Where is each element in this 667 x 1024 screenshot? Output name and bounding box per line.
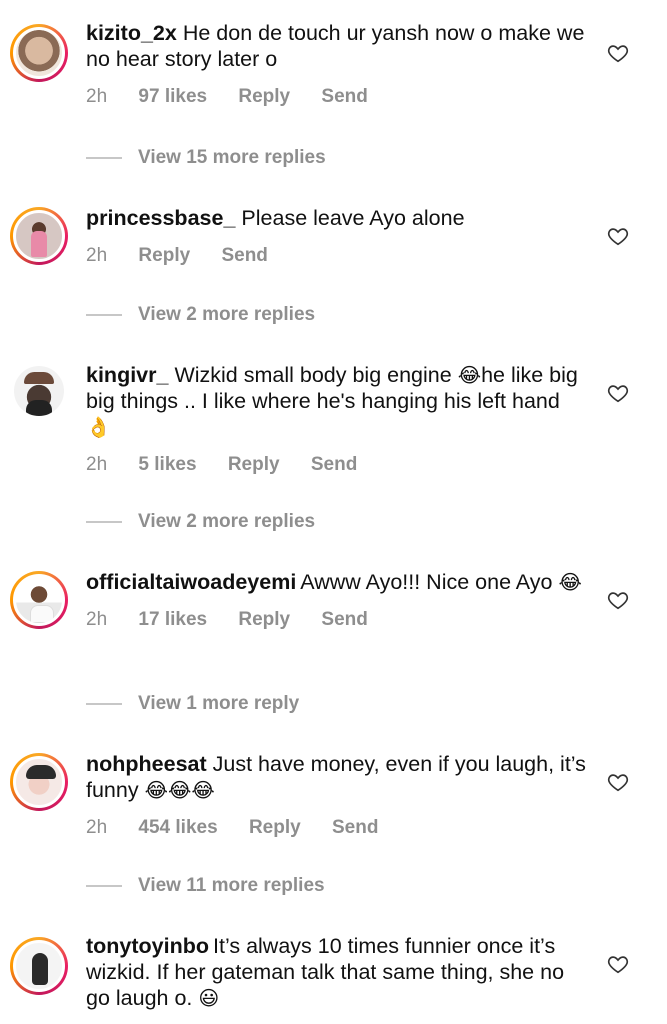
avatar[interactable]	[10, 753, 68, 811]
divider	[86, 521, 122, 523]
heart-icon[interactable]	[607, 953, 629, 975]
comment-meta: 2h 17 likes Reply Send	[86, 609, 586, 631]
comment-text: Please leave Ayo alone	[241, 206, 465, 230]
avatar[interactable]	[10, 24, 68, 82]
heart-icon[interactable]	[607, 589, 629, 611]
reply-button[interactable]: Reply	[238, 609, 290, 630]
view-replies-label: View 1 more reply	[138, 693, 300, 714]
laughing-emoji: 😂	[457, 365, 482, 387]
avatar[interactable]	[10, 937, 68, 995]
timestamp: 2h	[86, 817, 108, 838]
reply-button[interactable]: Reply	[138, 245, 190, 266]
comment-meta: 2h 5 likes Reply Send	[86, 454, 586, 476]
view-replies-button[interactable]: View 15 more replies	[86, 145, 326, 171]
send-button[interactable]: Send	[311, 454, 357, 475]
heart-icon[interactable]	[607, 382, 629, 404]
username[interactable]: kingivr_	[86, 363, 168, 387]
username[interactable]: tonytoyinbo	[86, 934, 209, 958]
avatar[interactable]	[10, 207, 68, 265]
divider	[86, 885, 122, 887]
comment-meta: 2h 97 likes Reply Send	[86, 86, 586, 108]
reply-button[interactable]: Reply	[249, 817, 301, 838]
view-replies-label: View 15 more replies	[138, 147, 326, 168]
likes-count[interactable]: 17 likes	[138, 609, 207, 630]
avatar[interactable]	[10, 362, 68, 420]
view-replies-button[interactable]: View 1 more reply	[86, 691, 299, 717]
divider	[86, 157, 122, 159]
view-replies-label: View 11 more replies	[138, 875, 325, 896]
heart-icon[interactable]	[607, 225, 629, 247]
send-button[interactable]: Send	[321, 609, 367, 630]
timestamp: 2h	[86, 86, 108, 107]
laughing-emoji: 😂😂😂	[144, 780, 215, 802]
comment-text: Awww Ayo!!! Nice one Ayo	[300, 570, 553, 594]
view-replies-button[interactable]: View 11 more replies	[86, 873, 325, 899]
smiley-emoji: 😃	[198, 988, 220, 1010]
timestamp: 2h	[86, 609, 108, 630]
likes-count[interactable]: 97 likes	[138, 86, 207, 107]
reply-button[interactable]: Reply	[238, 86, 290, 107]
send-button[interactable]: Send	[332, 817, 378, 838]
divider	[86, 703, 122, 705]
comment-meta: 2h 454 likes Reply Send	[86, 817, 586, 839]
send-button[interactable]: Send	[321, 86, 367, 107]
view-replies-label: View 2 more replies	[138, 304, 316, 325]
view-replies-label: View 2 more replies	[138, 511, 316, 532]
username[interactable]: princessbase_	[86, 206, 235, 230]
view-replies-button[interactable]: View 2 more replies	[86, 509, 315, 535]
heart-icon[interactable]	[607, 771, 629, 793]
username[interactable]: kizito_2x	[86, 21, 177, 45]
timestamp: 2h	[86, 245, 108, 266]
divider	[86, 314, 122, 316]
username[interactable]: officialtaiwoadeyemi	[86, 570, 296, 594]
avatar[interactable]	[10, 571, 68, 629]
username[interactable]: nohpheesat	[86, 752, 207, 776]
likes-count[interactable]: 5 likes	[138, 454, 196, 475]
heart-icon[interactable]	[607, 42, 629, 64]
reply-button[interactable]: Reply	[228, 454, 280, 475]
laughing-emoji: 😂	[558, 572, 582, 594]
ok-hand-emoji: 👌	[86, 417, 111, 439]
likes-count[interactable]: 454 likes	[138, 817, 217, 838]
view-replies-button[interactable]: View 2 more replies	[86, 302, 315, 328]
comment-text: Wizkid small body big engine	[174, 363, 452, 387]
comment-meta: 2h Reply Send	[86, 245, 586, 267]
timestamp: 2h	[86, 454, 108, 475]
send-button[interactable]: Send	[221, 245, 267, 266]
